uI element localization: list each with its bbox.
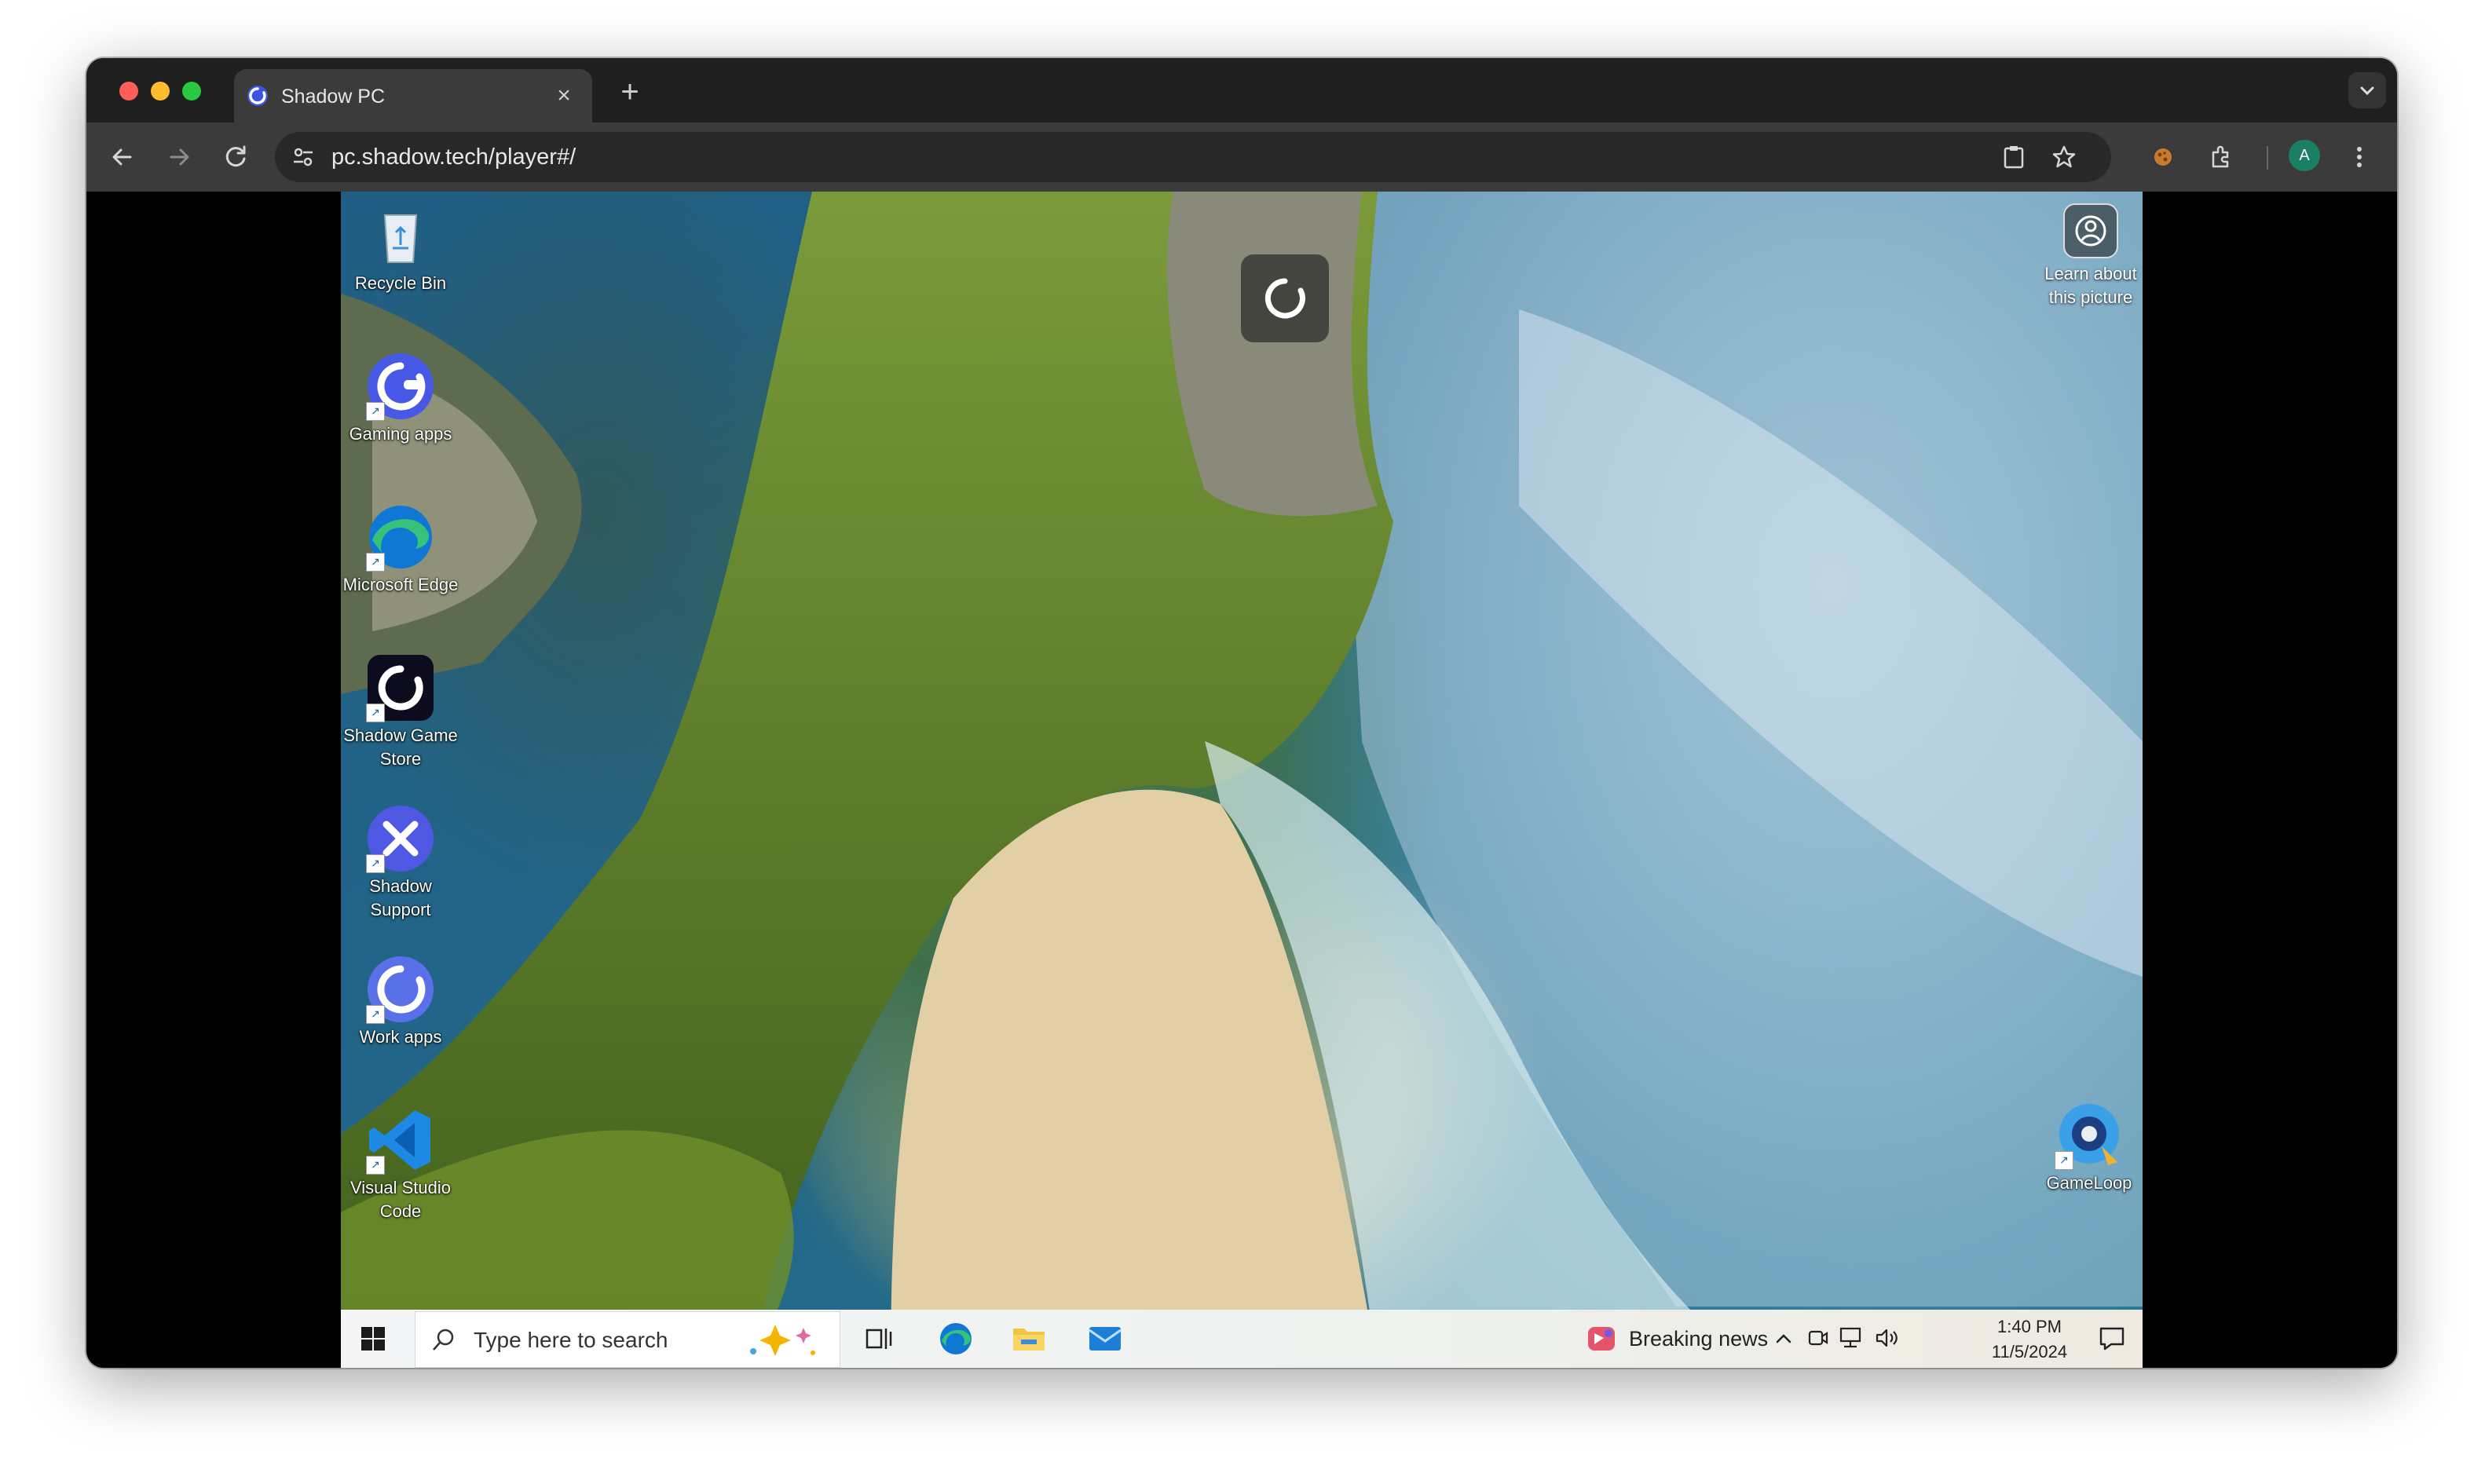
remote-desktop-stream[interactable]: Recycle Bin ↗ Gaming apps ↗ Microsoft Ed…: [341, 192, 2143, 1368]
wallpaper-image: [341, 192, 2143, 1368]
windows-start-icon[interactable]: [360, 1325, 386, 1352]
page-content: Recycle Bin ↗ Gaming apps ↗ Microsoft Ed…: [86, 192, 2397, 1368]
desktop-icon-recycle-bin[interactable]: Recycle Bin: [341, 199, 460, 295]
tab-title: Shadow PC: [281, 86, 386, 108]
taskbar-clock[interactable]: 1:40 PM 11/5/2024: [1974, 1314, 2084, 1365]
maximize-window-button[interactable]: [182, 82, 201, 101]
desktop-icon-label: Work apps: [359, 1027, 442, 1047]
shortcut-arrow-icon: ↗: [366, 854, 385, 873]
taskbar-edge-icon[interactable]: [938, 1321, 974, 1357]
shortcut-arrow-icon: ↗: [366, 402, 385, 421]
search-icon: [433, 1329, 454, 1351]
meet-now-icon[interactable]: [1805, 1325, 1830, 1351]
tab-search-button[interactable]: [2348, 72, 2386, 108]
kebab-menu-icon[interactable]: [2342, 140, 2377, 174]
clipboard-icon[interactable]: [1998, 141, 2029, 173]
loading-spinner: [1241, 254, 1329, 342]
shortcut-arrow-icon: ↗: [366, 704, 385, 722]
taskbar-search-box[interactable]: Type here to search: [415, 1311, 840, 1368]
desktop-icon-label: Shadow Game Store: [343, 726, 458, 769]
bookmark-star-icon[interactable]: [2048, 141, 2080, 173]
shortcut-arrow-icon: ↗: [2055, 1151, 2073, 1170]
chevron-up-icon[interactable]: [1772, 1327, 1795, 1351]
search-placeholder: Type here to search: [474, 1328, 668, 1352]
shortcut-arrow-icon: ↗: [366, 553, 385, 572]
browser-window: Shadow PC × + pc.shadow.tech/player#/ A …: [86, 58, 2397, 1368]
site-settings-icon[interactable]: [287, 141, 319, 173]
desktop-icon-vscode[interactable]: ↗ Visual Studio Code: [341, 1104, 460, 1223]
news-widget-icon[interactable]: [1585, 1322, 1618, 1355]
desktop-icon-shadow-support[interactable]: ↗ Shadow Support: [341, 802, 460, 922]
network-icon[interactable]: [1838, 1325, 1865, 1351]
tab-strip: Shadow PC × +: [86, 58, 2397, 122]
url-text: pc.shadow.tech/player#/: [331, 144, 576, 170]
shortcut-arrow-icon: ↗: [366, 1156, 385, 1175]
clock-date: 11/5/2024: [1991, 1342, 2068, 1362]
address-bar[interactable]: pc.shadow.tech/player#/: [275, 132, 2111, 182]
desktop-icon-shadow-game-store[interactable]: ↗ Shadow Game Store: [341, 652, 460, 771]
desktop-icon-label: Shadow Support: [369, 876, 432, 919]
file-explorer-icon[interactable]: [1012, 1322, 1046, 1354]
camera-info-icon: [2063, 203, 2118, 258]
tab-close-icon[interactable]: ×: [548, 80, 580, 111]
recycle-bin-icon: [383, 214, 418, 263]
desktop-icon-label: Recycle Bin: [354, 273, 447, 293]
chevron-down-icon: [2360, 86, 2374, 96]
tab-shadow-pc[interactable]: Shadow PC ×: [234, 69, 592, 122]
spinner-icon: [1264, 278, 1305, 319]
news-widget-label[interactable]: Breaking news: [1629, 1327, 1768, 1351]
profile-avatar[interactable]: A: [2289, 140, 2320, 171]
volume-icon[interactable]: [1874, 1325, 1901, 1351]
search-highlight-sparkle-icon: [750, 1325, 815, 1356]
action-center-icon[interactable]: [2097, 1324, 2127, 1354]
extensions-puzzle-icon[interactable]: [2204, 140, 2238, 174]
shortcut-arrow-icon: ↗: [366, 1005, 385, 1024]
desktop-icon-label: Visual Studio Code: [350, 1178, 451, 1221]
close-window-button[interactable]: [119, 82, 138, 101]
reload-icon[interactable]: [218, 140, 253, 174]
browser-toolbar: pc.shadow.tech/player#/ A: [86, 122, 2397, 192]
desktop-icon-learn-about-picture[interactable]: Learn about this picture: [2033, 199, 2143, 309]
desktop-icon-gaming-apps[interactable]: ↗ Gaming apps: [341, 350, 460, 446]
task-view-icon[interactable]: [864, 1324, 894, 1354]
toolbar-separator: [2267, 146, 2268, 170]
desktop-icon-label: Microsoft Edge: [342, 575, 459, 594]
clock-time: 1:40 PM: [1997, 1317, 2062, 1336]
back-arrow-icon[interactable]: [105, 140, 140, 174]
minimize-window-button[interactable]: [151, 82, 170, 101]
desktop-icon-microsoft-edge[interactable]: ↗ Microsoft Edge: [341, 501, 460, 597]
desktop-icon-label: Gaming apps: [349, 424, 452, 444]
new-tab-button[interactable]: +: [613, 75, 647, 110]
desktop-icon-label: GameLoop: [2046, 1173, 2132, 1193]
shadow-logo-icon: [247, 86, 268, 106]
windows-taskbar: Type here to search Breaking news 1:40 P…: [341, 1310, 2143, 1368]
desktop-icon-gameloop[interactable]: ↗ GameLoop: [2029, 1099, 2143, 1195]
forward-arrow-icon[interactable]: [162, 140, 196, 174]
desktop-icon-label: Learn about this picture: [2044, 264, 2137, 307]
mail-icon[interactable]: [1087, 1322, 1123, 1354]
extension-cookie-icon[interactable]: [2146, 140, 2180, 174]
desktop-icon-work-apps[interactable]: ↗ Work apps: [341, 953, 460, 1049]
